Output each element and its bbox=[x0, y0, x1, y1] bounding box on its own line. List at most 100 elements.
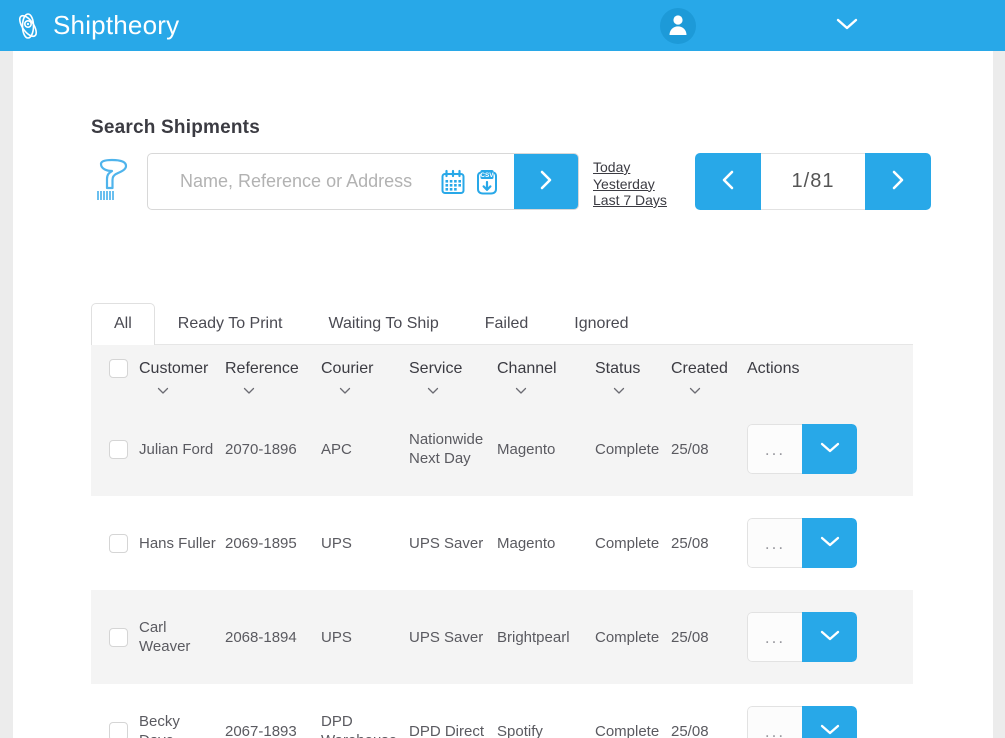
user-avatar[interactable] bbox=[660, 8, 696, 44]
column-header-actions: Actions bbox=[739, 359, 889, 392]
search-box: CSV bbox=[147, 153, 579, 210]
column-header-service-label: Service bbox=[409, 360, 463, 377]
row-actions-dropdown-button[interactable] bbox=[802, 518, 857, 568]
shipment-status-tabs: All Ready To Print Waiting To Ship Faile… bbox=[91, 303, 913, 345]
sort-chevron-down-icon[interactable] bbox=[613, 381, 625, 394]
table-header-row: Customer Reference Courier Service Chann… bbox=[91, 345, 913, 402]
cell-actions: ... bbox=[739, 706, 889, 738]
row-actions-dropdown-button[interactable] bbox=[802, 612, 857, 662]
chevron-down-icon bbox=[820, 628, 840, 647]
cell-service: DPD Direct bbox=[409, 722, 485, 738]
cell-reference: 2069-1895 bbox=[225, 534, 297, 552]
row-select-cell bbox=[91, 439, 139, 459]
sort-chevron-down-icon[interactable] bbox=[243, 381, 255, 394]
chevron-down-icon bbox=[820, 534, 840, 553]
quick-date-yesterday[interactable]: Yesterday bbox=[593, 176, 667, 193]
chevron-right-icon bbox=[890, 168, 906, 195]
row-checkbox[interactable] bbox=[109, 533, 128, 553]
cell-created: 25/08 bbox=[671, 534, 709, 552]
sort-chevron-down-icon[interactable] bbox=[157, 381, 169, 394]
rocket-atom-logo-icon bbox=[13, 11, 43, 41]
column-header-courier-label: Courier bbox=[321, 360, 374, 377]
calendar-icon[interactable] bbox=[440, 169, 466, 195]
column-header-reference-label: Reference bbox=[225, 360, 299, 377]
row-action-group: ... bbox=[747, 612, 857, 662]
row-checkbox[interactable] bbox=[109, 439, 128, 459]
tab-waiting-to-ship[interactable]: Waiting To Ship bbox=[305, 303, 461, 344]
cell-courier: UPS bbox=[321, 628, 352, 646]
cell-created: 25/08 bbox=[671, 628, 709, 646]
brand-name: Shiptheory bbox=[53, 10, 180, 40]
tab-all[interactable]: All bbox=[91, 303, 155, 345]
pagination-prev-button[interactable] bbox=[695, 153, 761, 210]
cell-customer: Hans Fuller bbox=[139, 534, 216, 552]
csv-download-icon[interactable]: CSV bbox=[474, 168, 500, 196]
column-header-courier[interactable]: Courier bbox=[321, 359, 409, 394]
sort-chevron-down-icon[interactable] bbox=[427, 381, 439, 394]
row-checkbox[interactable] bbox=[109, 721, 128, 738]
cell-reference: 2068-1894 bbox=[225, 628, 297, 646]
cell-service: UPS Saver bbox=[409, 534, 484, 552]
select-all-cell bbox=[91, 359, 139, 392]
column-header-created-label: Created bbox=[671, 360, 728, 377]
select-all-checkbox[interactable] bbox=[109, 359, 128, 378]
row-select-cell bbox=[91, 721, 139, 738]
user-menu-toggle[interactable] bbox=[832, 14, 862, 38]
table-row[interactable]: Hans Fuller 2069-1895 UPS UPS Saver Mage… bbox=[91, 496, 913, 590]
row-action-group: ... bbox=[747, 424, 857, 474]
app-root: Shiptheory Search Shipments Name, Refere… bbox=[0, 0, 1005, 738]
table-row[interactable]: Becky Daye 2067-1893 DPD Warehouse DPD D… bbox=[91, 684, 913, 738]
cell-service: Nationwide Next Day bbox=[409, 431, 484, 467]
cell-status: Complete bbox=[595, 440, 660, 458]
column-header-customer[interactable]: Customer bbox=[139, 359, 225, 394]
pagination-next-button[interactable] bbox=[865, 153, 931, 210]
search-inline-icons: CSV bbox=[440, 168, 500, 196]
shipments-table: Customer Reference Courier Service Chann… bbox=[91, 345, 913, 738]
chevron-down-icon bbox=[820, 722, 840, 738]
sort-chevron-down-icon[interactable] bbox=[515, 381, 527, 394]
row-actions-dropdown-button[interactable] bbox=[802, 424, 857, 474]
cell-created: 25/08 bbox=[671, 440, 709, 458]
row-more-actions-button[interactable]: ... bbox=[747, 612, 802, 662]
row-select-cell bbox=[91, 533, 139, 553]
brand-logo[interactable]: Shiptheory bbox=[13, 10, 179, 41]
cell-customer: Carl Weaver bbox=[139, 619, 191, 655]
tab-ignored[interactable]: Ignored bbox=[551, 303, 651, 344]
table-row[interactable]: Julian Ford 2070-1896 APC Nationwide Nex… bbox=[91, 402, 913, 496]
row-checkbox[interactable] bbox=[109, 627, 128, 647]
search-submit-button[interactable] bbox=[514, 154, 578, 209]
row-action-group: ... bbox=[747, 518, 857, 568]
column-header-reference[interactable]: Reference bbox=[225, 359, 321, 394]
column-header-service[interactable]: Service bbox=[409, 359, 497, 394]
column-header-created[interactable]: Created bbox=[671, 359, 739, 394]
cell-actions: ... bbox=[739, 518, 889, 568]
quick-date-today[interactable]: Today bbox=[593, 159, 667, 176]
cell-reference: 2067-1893 bbox=[225, 722, 297, 738]
column-header-actions-label: Actions bbox=[747, 360, 800, 377]
column-header-status-label: Status bbox=[595, 360, 641, 377]
chevron-left-icon bbox=[720, 168, 736, 195]
tab-ready-to-print[interactable]: Ready To Print bbox=[155, 303, 306, 344]
tab-failed[interactable]: Failed bbox=[462, 303, 552, 344]
cell-courier: DPD Warehouse bbox=[321, 713, 397, 738]
chevron-down-icon bbox=[820, 440, 840, 459]
column-header-channel[interactable]: Channel bbox=[497, 359, 595, 394]
cell-customer: Becky Daye bbox=[139, 713, 180, 738]
cell-customer: Julian Ford bbox=[139, 440, 214, 458]
cell-status: Complete bbox=[595, 628, 660, 646]
row-more-actions-button[interactable]: ... bbox=[747, 424, 802, 474]
sort-chevron-down-icon[interactable] bbox=[689, 381, 701, 394]
cell-status: Complete bbox=[595, 534, 660, 552]
barcode-scanner-icon[interactable] bbox=[91, 153, 137, 209]
pagination-page-indicator: 1/81 bbox=[761, 153, 865, 210]
row-more-actions-button[interactable]: ... bbox=[747, 706, 802, 738]
quick-date-last-7-days[interactable]: Last 7 Days bbox=[593, 192, 667, 209]
cell-reference: 2070-1896 bbox=[225, 440, 297, 458]
sort-chevron-down-icon[interactable] bbox=[339, 381, 351, 394]
row-actions-dropdown-button[interactable] bbox=[802, 706, 857, 738]
table-row[interactable]: Carl Weaver 2068-1894 UPS UPS Saver Brig… bbox=[91, 590, 913, 684]
svg-text:CSV: CSV bbox=[480, 172, 494, 179]
row-more-actions-button[interactable]: ... bbox=[747, 518, 802, 568]
column-header-status[interactable]: Status bbox=[595, 359, 671, 394]
cell-channel: Brightpearl bbox=[497, 628, 570, 646]
